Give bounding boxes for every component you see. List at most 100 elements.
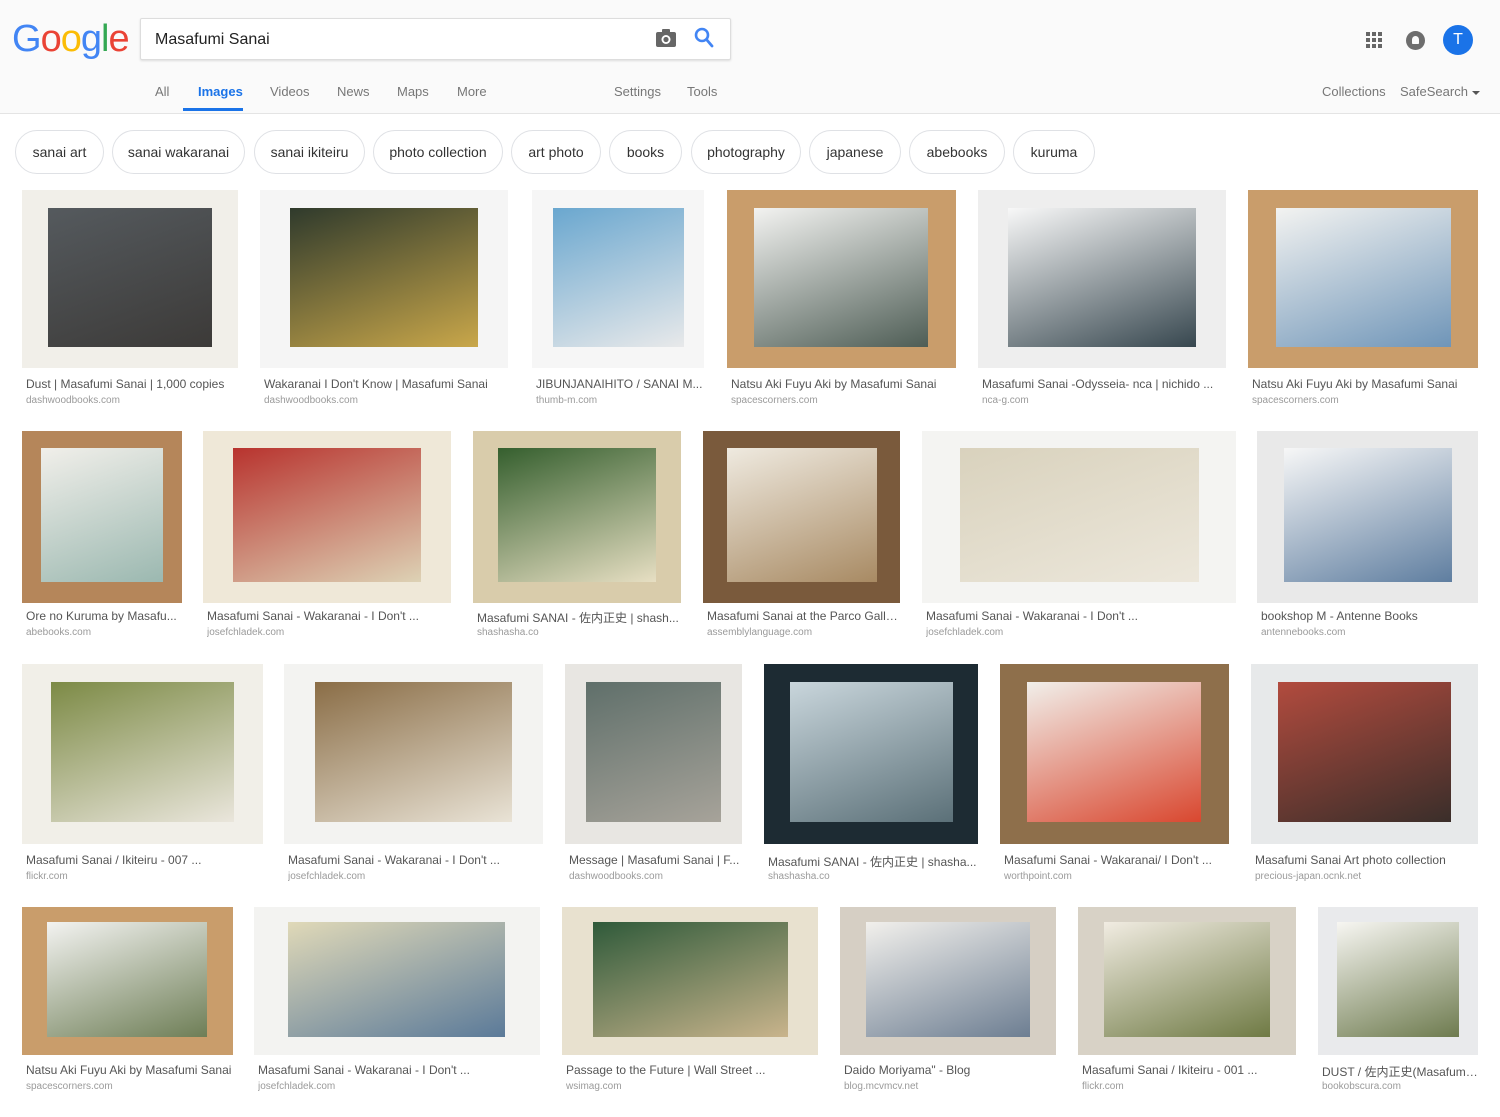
chip[interactable]: japanese: [809, 130, 901, 174]
apps-grid-icon[interactable]: [1366, 32, 1382, 48]
result-thumbnail[interactable]: [473, 431, 681, 603]
tools-link[interactable]: Tools: [687, 84, 717, 99]
result-source[interactable]: blog.mcvmcv.net: [844, 1081, 1056, 1092]
image-result[interactable]: Masafumi Sanai -Odysseia- nca | nichido …: [978, 190, 1226, 414]
result-source[interactable]: dashwoodbooks.com: [26, 395, 238, 406]
image-result[interactable]: Masafumi Sanai - Wakaranai - I Don't ...…: [284, 664, 543, 890]
result-source[interactable]: spacescorners.com: [26, 1081, 233, 1092]
result-thumbnail[interactable]: [260, 190, 508, 368]
tab-news[interactable]: News: [337, 84, 370, 99]
result-source[interactable]: worthpoint.com: [1004, 871, 1229, 882]
image-result[interactable]: Masafumi Sanai - Wakaranai/ I Don't ... w…: [1000, 664, 1229, 890]
result-thumbnail[interactable]: [1000, 664, 1229, 844]
result-title[interactable]: Message | Masafumi Sanai | F...: [569, 853, 742, 867]
image-result[interactable]: Masafumi Sanai - Wakaranai - I Don't ...…: [922, 431, 1236, 646]
result-title[interactable]: Masafumi SANAI - 佐内正史 | shash...: [477, 609, 681, 626]
result-title[interactable]: Masafumi Sanai -Odysseia- nca | nichido …: [982, 377, 1226, 391]
chip[interactable]: art photo: [511, 130, 601, 174]
result-title[interactable]: Natsu Aki Fuyu Aki by Masafumi Sanai: [731, 377, 956, 391]
result-source[interactable]: josefchladek.com: [258, 1081, 540, 1092]
tab-more[interactable]: More: [457, 84, 487, 99]
search-icon[interactable]: [694, 27, 714, 49]
image-result[interactable]: Masafumi SANAI - 佐内正史 | shash... shashash…: [473, 431, 681, 646]
result-thumbnail[interactable]: [284, 664, 543, 844]
result-thumbnail[interactable]: [840, 907, 1056, 1055]
result-source[interactable]: bookobscura.com: [1322, 1081, 1478, 1092]
image-result[interactable]: Masafumi Sanai / Ikiteiru - 001 ... flick…: [1078, 907, 1296, 1100]
image-result[interactable]: Passage to the Future | Wall Street ... w…: [562, 907, 818, 1100]
result-source[interactable]: spacescorners.com: [731, 395, 956, 406]
image-result[interactable]: DUST / 佐内正史(Masafumi... bookobscura.com: [1318, 907, 1478, 1100]
result-source[interactable]: josefchladek.com: [926, 627, 1236, 638]
result-thumbnail[interactable]: [1078, 907, 1296, 1055]
result-title[interactable]: Masafumi Sanai - Wakaranai - I Don't ...: [288, 853, 543, 867]
image-result[interactable]: Natsu Aki Fuyu Aki by Masafumi Sanai spac…: [22, 907, 233, 1100]
tab-all[interactable]: All: [155, 84, 169, 99]
result-thumbnail[interactable]: [22, 664, 263, 844]
google-logo[interactable]: Google: [12, 20, 130, 58]
result-title[interactable]: Masafumi Sanai at the Parco Gallery: [707, 609, 900, 623]
result-thumbnail[interactable]: [22, 907, 233, 1055]
result-source[interactable]: precious-japan.ocnk.net: [1255, 871, 1478, 882]
result-title[interactable]: Masafumi Sanai - Wakaranai - I Don't ...: [207, 609, 451, 623]
result-source[interactable]: thumb-m.com: [536, 395, 704, 406]
chip[interactable]: photography: [691, 130, 801, 174]
chip[interactable]: sanai ikiteiru: [254, 130, 365, 174]
result-source[interactable]: shashasha.co: [768, 871, 978, 882]
image-result[interactable]: Ore no Kuruma by Masafu... abebooks.com: [22, 431, 182, 646]
result-title[interactable]: bookshop M - Antenne Books: [1261, 609, 1478, 623]
result-thumbnail[interactable]: [703, 431, 900, 603]
result-title[interactable]: Masafumi SANAI - 佐内正史 | shasha...: [768, 853, 978, 870]
result-title[interactable]: Wakaranai I Don't Know | Masafumi Sanai: [264, 377, 508, 391]
result-thumbnail[interactable]: [922, 431, 1236, 603]
chip[interactable]: kuruma: [1013, 130, 1095, 174]
result-thumbnail[interactable]: [203, 431, 451, 603]
result-title[interactable]: Natsu Aki Fuyu Aki by Masafumi Sanai: [1252, 377, 1478, 391]
result-source[interactable]: dashwoodbooks.com: [264, 395, 508, 406]
result-title[interactable]: Ore no Kuruma by Masafu...: [26, 609, 182, 623]
image-result[interactable]: Wakaranai I Don't Know | Masafumi Sanai d…: [260, 190, 508, 414]
tab-images[interactable]: Images: [198, 84, 243, 99]
notifications-icon[interactable]: [1406, 31, 1425, 50]
result-thumbnail[interactable]: [1257, 431, 1478, 603]
result-title[interactable]: Masafumi Sanai / Ikiteiru - 007 ...: [26, 853, 263, 867]
image-result[interactable]: Message | Masafumi Sanai | F... dashwoodb…: [565, 664, 742, 890]
result-thumbnail[interactable]: [727, 190, 956, 368]
result-title[interactable]: Masafumi Sanai - Wakaranai/ I Don't ...: [1004, 853, 1229, 867]
result-source[interactable]: flickr.com: [1082, 1081, 1296, 1092]
image-result[interactable]: JIBUNJANAIHITO / SANAI M... thumb-m.com: [532, 190, 704, 414]
result-source[interactable]: antennebooks.com: [1261, 627, 1478, 638]
image-result[interactable]: Masafumi Sanai / Ikiteiru - 007 ... flick…: [22, 664, 263, 890]
image-result[interactable]: Natsu Aki Fuyu Aki by Masafumi Sanai spac…: [727, 190, 956, 414]
result-title[interactable]: Masafumi Sanai - Wakaranai - I Don't ...: [926, 609, 1236, 623]
chip[interactable]: abebooks: [909, 130, 1005, 174]
image-result[interactable]: Natsu Aki Fuyu Aki by Masafumi Sanai spac…: [1248, 190, 1478, 414]
result-title[interactable]: Masafumi Sanai - Wakaranai - I Don't ...: [258, 1063, 540, 1077]
result-thumbnail[interactable]: [1251, 664, 1478, 844]
search-input[interactable]: [155, 29, 635, 51]
result-source[interactable]: josefchladek.com: [207, 627, 451, 638]
result-thumbnail[interactable]: [532, 190, 704, 368]
chip[interactable]: books: [609, 130, 682, 174]
safesearch-menu[interactable]: SafeSearch: [1400, 84, 1480, 99]
result-source[interactable]: dashwoodbooks.com: [569, 871, 742, 882]
result-source[interactable]: spacescorners.com: [1252, 395, 1478, 406]
settings-link[interactable]: Settings: [614, 84, 661, 99]
tab-videos[interactable]: Videos: [270, 84, 310, 99]
result-thumbnail[interactable]: [22, 190, 238, 368]
avatar[interactable]: T: [1443, 25, 1473, 55]
chip[interactable]: sanai art: [15, 130, 104, 174]
image-result[interactable]: bookshop M - Antenne Books antennebooks.c…: [1257, 431, 1478, 646]
collections-link[interactable]: Collections: [1322, 84, 1386, 99]
image-result[interactable]: Dust | Masafumi Sanai | 1,000 copies dash…: [22, 190, 238, 414]
result-title[interactable]: Natsu Aki Fuyu Aki by Masafumi Sanai: [26, 1063, 233, 1077]
tab-maps[interactable]: Maps: [397, 84, 429, 99]
result-source[interactable]: wsimag.com: [566, 1081, 818, 1092]
result-title[interactable]: DUST / 佐内正史(Masafumi...: [1322, 1063, 1478, 1080]
result-title[interactable]: Dust | Masafumi Sanai | 1,000 copies: [26, 377, 238, 391]
result-thumbnail[interactable]: [254, 907, 540, 1055]
chip[interactable]: sanai wakaranai: [112, 130, 245, 174]
image-result[interactable]: Daido Moriyama" - Blog blog.mcvmcv.net: [840, 907, 1056, 1100]
result-thumbnail[interactable]: [1318, 907, 1478, 1055]
result-source[interactable]: nca-g.com: [982, 395, 1226, 406]
